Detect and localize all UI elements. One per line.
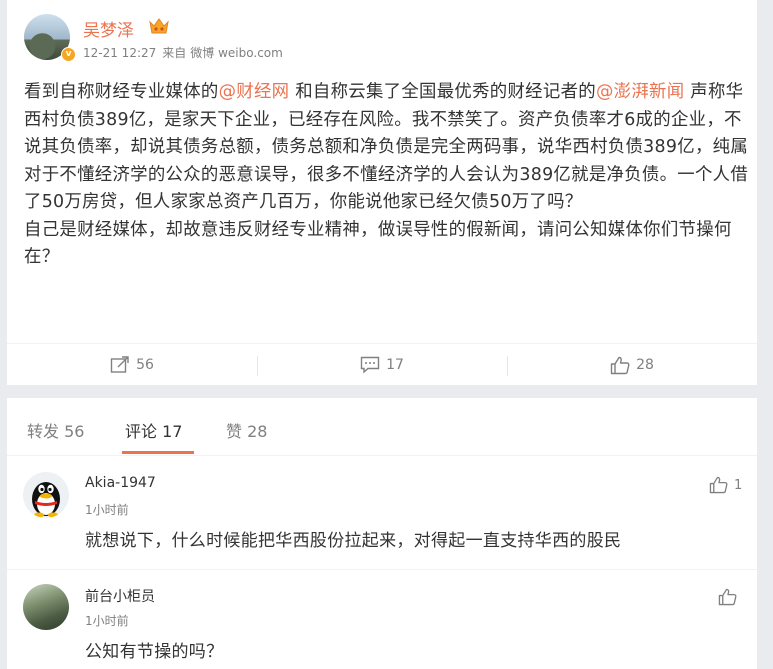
comment-button[interactable]: 17 bbox=[257, 344, 507, 386]
comment-like-button[interactable]: 1 bbox=[709, 476, 742, 494]
post-text: 和自称云集了全国最优秀的财经记者的 bbox=[289, 82, 596, 102]
commenter-avatar[interactable] bbox=[23, 472, 69, 518]
vip-crown-icon[interactable] bbox=[148, 16, 170, 36]
thumbs-up-icon bbox=[610, 356, 630, 374]
post-text: 看到自称财经专业媒体的 bbox=[24, 82, 219, 102]
tab-comment[interactable]: 评论 17 bbox=[125, 418, 182, 442]
qq-penguin-icon bbox=[32, 482, 60, 518]
comment-time: 1小时前 bbox=[85, 614, 129, 628]
post-source[interactable]: 微博 weibo.com bbox=[190, 46, 283, 60]
comment-icon bbox=[360, 356, 380, 374]
comment-item: 前台小柜员 1小时前 公知有节操的吗？ bbox=[7, 570, 757, 669]
post-time[interactable]: 12-21 12:27 bbox=[83, 46, 156, 60]
tab-like[interactable]: 赞 28 bbox=[226, 418, 267, 442]
commenter-name[interactable]: Akia-1947 bbox=[85, 475, 156, 491]
verified-badge-icon: v bbox=[61, 47, 76, 62]
thumbs-up-icon bbox=[709, 476, 728, 494]
commenter-name[interactable]: 前台小柜员 bbox=[85, 586, 155, 606]
repost-count: 56 bbox=[136, 357, 154, 373]
comment-text: 公知有节操的吗？ bbox=[85, 642, 224, 662]
comments-card: 转发 56 评论 17 赞 28 Akia-1947 1小时前 就想说下，什么时… bbox=[7, 398, 757, 669]
post-text: 自己是财经媒体，却故意违反财经专业精神，做误导性的假新闻，请问公知媒体你们节操何… bbox=[24, 219, 732, 268]
repost-button[interactable]: 56 bbox=[7, 344, 257, 386]
comment-time: 1小时前 bbox=[85, 503, 129, 517]
post-body: 看到自称财经专业媒体的@财经网 和自称云集了全国最优秀的财经记者的@澎湃新闻 声… bbox=[24, 79, 749, 272]
comment-count: 17 bbox=[386, 357, 404, 373]
mention-link[interactable]: @财经网 bbox=[219, 82, 290, 102]
comment-like-count: 1 bbox=[734, 477, 743, 493]
mention-link[interactable]: @澎湃新闻 bbox=[596, 82, 684, 102]
comment-text: 就想说下，什么时候能把华西股份拉起来，对得起一直支持华西的股民 bbox=[85, 531, 622, 551]
comment-tabs: 转发 56 评论 17 赞 28 bbox=[7, 398, 757, 456]
share-icon bbox=[110, 356, 129, 373]
like-count: 28 bbox=[636, 357, 654, 373]
post-from-label: 来自 bbox=[162, 46, 187, 60]
comment-item: Akia-1947 1小时前 就想说下，什么时候能把华西股份拉起来，对得起一直支… bbox=[7, 456, 757, 569]
like-button[interactable]: 28 bbox=[507, 344, 757, 386]
comment-like-button[interactable] bbox=[718, 588, 743, 606]
active-tab-indicator bbox=[122, 451, 194, 454]
thumbs-up-icon bbox=[718, 588, 737, 606]
author-name[interactable]: 吴梦泽 bbox=[83, 16, 134, 41]
tab-repost[interactable]: 转发 56 bbox=[27, 418, 84, 442]
post-meta: 12-21 12:27 来自 微博 weibo.com bbox=[83, 44, 289, 61]
post-action-bar: 56 17 28 bbox=[7, 343, 757, 386]
commenter-avatar[interactable] bbox=[23, 584, 69, 630]
post-card: v 吴梦泽 12-21 12:27 来自 微博 weibo.com 看到自称财经专业… bbox=[7, 0, 757, 385]
